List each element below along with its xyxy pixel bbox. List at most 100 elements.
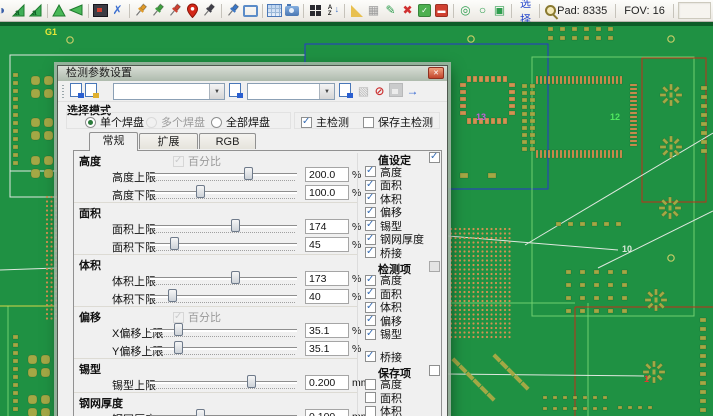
history-icon[interactable]: ◑	[0, 3, 9, 18]
target-circle-icon[interactable]: ○	[475, 3, 490, 18]
param-slider[interactable]	[150, 323, 297, 339]
chevron-down-icon[interactable]: ▼	[319, 84, 334, 99]
toolbar-grip[interactable]	[62, 83, 64, 98]
pin-red-icon[interactable]	[168, 3, 183, 18]
param-value-input[interactable]: 45	[305, 237, 349, 252]
horn-icon[interactable]	[69, 3, 84, 18]
check-group-master-checkbox[interactable]	[429, 365, 440, 376]
slider-thumb[interactable]	[174, 323, 183, 336]
target-square-icon[interactable]: ▣	[492, 3, 507, 18]
template-combo-1[interactable]: ▼	[113, 83, 225, 100]
apply-icon[interactable]: ✓	[417, 3, 432, 18]
camera-icon[interactable]	[284, 3, 299, 18]
checkbox-icon[interactable]	[365, 166, 376, 177]
exit-icon[interactable]: →	[405, 83, 420, 98]
mode-checkbox-2[interactable]: 保存主检测	[363, 114, 433, 130]
pin-orange-icon[interactable]	[134, 3, 149, 18]
dialog-titlebar[interactable]: 检测参数设置 ✕	[58, 66, 447, 82]
slider-thumb[interactable]	[174, 341, 183, 354]
checkbox-icon[interactable]	[365, 302, 376, 313]
checkbox-icon[interactable]	[365, 315, 376, 326]
radio-icon[interactable]	[211, 117, 222, 128]
param-value-input[interactable]: 0.100	[305, 409, 349, 416]
target-ring-icon[interactable]: ◎	[458, 3, 473, 18]
tab-general[interactable]: 常规	[89, 132, 138, 151]
snapshot-icon[interactable]	[93, 3, 108, 18]
slider-thumb[interactable]	[196, 185, 205, 198]
slider-thumb[interactable]	[231, 219, 240, 232]
delete-icon[interactable]: ✖	[400, 3, 415, 18]
mode-radio-2[interactable]: 多个焊盘	[146, 114, 205, 130]
slider-thumb[interactable]	[196, 409, 205, 416]
param-slider[interactable]	[150, 237, 297, 253]
check-item[interactable]: 桥接	[362, 246, 441, 260]
checkbox-icon[interactable]	[365, 351, 376, 362]
selection-rect-icon[interactable]	[243, 3, 258, 18]
checkbox-icon[interactable]	[365, 406, 376, 416]
grid-icon[interactable]: ▦	[366, 3, 381, 18]
slider-thumb[interactable]	[247, 375, 256, 388]
param-slider[interactable]	[150, 289, 297, 305]
block-icon[interactable]: ⊘	[372, 83, 387, 98]
param-slider[interactable]	[150, 341, 297, 357]
checkbox-icon[interactable]	[365, 234, 376, 245]
param-slider[interactable]	[150, 409, 297, 416]
slider-thumb[interactable]	[231, 271, 240, 284]
param-value-input[interactable]: 35.1	[305, 341, 349, 356]
ruler-icon[interactable]	[349, 3, 364, 18]
check-item[interactable]: 体积	[362, 405, 441, 416]
zoom-icon[interactable]	[544, 4, 551, 18]
checkbox-icon[interactable]	[365, 379, 376, 390]
checkbox-icon[interactable]	[363, 117, 374, 128]
measure-b-icon[interactable]: a	[28, 3, 43, 18]
checkbox-icon[interactable]	[365, 288, 376, 299]
check-item[interactable]: 桥接	[362, 350, 441, 364]
pcb-viewport[interactable]: G11312101 检测参数设置 ✕ ▼ ▼	[0, 22, 713, 416]
checkbox-icon[interactable]	[301, 117, 312, 128]
param-value-input[interactable]: 40	[305, 289, 349, 304]
checkbox-icon[interactable]	[365, 329, 376, 340]
param-slider[interactable]	[150, 375, 297, 391]
checkbox-icon[interactable]	[365, 207, 376, 218]
param-value-input[interactable]: 174	[305, 219, 349, 234]
param-slider[interactable]	[150, 167, 297, 183]
template-combo-2[interactable]: ▼	[247, 83, 335, 100]
stop-icon[interactable]: ▬	[434, 3, 449, 18]
checkbox-icon[interactable]	[365, 275, 376, 286]
slider-thumb[interactable]	[168, 289, 177, 302]
mode-radio-1[interactable]: 单个焊盘	[85, 114, 144, 130]
checkbox-icon[interactable]	[365, 193, 376, 204]
location-pin-icon[interactable]	[185, 3, 200, 18]
radio-icon[interactable]	[85, 117, 96, 128]
load-template-icon[interactable]	[70, 83, 82, 97]
sort-az-icon[interactable]: AZ	[325, 3, 340, 18]
mode-checkbox-1[interactable]: 主检测	[301, 114, 349, 130]
checkbox-icon[interactable]	[365, 180, 376, 191]
checkbox-icon[interactable]	[365, 392, 376, 403]
slider-thumb[interactable]	[244, 167, 253, 180]
slider-thumb[interactable]	[170, 237, 179, 250]
apply-template-icon-2[interactable]	[339, 83, 351, 97]
tools-icon[interactable]: ✗	[110, 3, 125, 18]
param-value-input[interactable]: 35.1	[305, 323, 349, 338]
param-value-input[interactable]: 200.0	[305, 167, 349, 182]
param-slider[interactable]	[150, 219, 297, 235]
dialog-close-button[interactable]: ✕	[428, 67, 444, 79]
pin-blue-icon[interactable]	[226, 3, 241, 18]
tiles-icon[interactable]	[308, 3, 323, 18]
checkbox-icon[interactable]	[365, 247, 376, 258]
import-template-icon[interactable]	[85, 83, 97, 97]
check-group-master-checkbox[interactable]	[429, 152, 440, 163]
mode-radio-3[interactable]: 全部焊盘	[211, 114, 270, 130]
param-value-input[interactable]: 100.0	[305, 185, 349, 200]
tab-rgb[interactable]: RGB	[199, 133, 256, 149]
radio-icon[interactable]	[146, 117, 157, 128]
table-icon[interactable]	[267, 3, 282, 18]
pin-dark-icon[interactable]	[202, 3, 217, 18]
check-group-master-checkbox[interactable]	[429, 261, 440, 272]
pin-green-icon[interactable]	[151, 3, 166, 18]
prism-icon[interactable]	[52, 3, 67, 18]
tab-extended[interactable]: 扩展	[139, 133, 198, 149]
checkbox-icon[interactable]	[365, 220, 376, 231]
apply-template-icon-1[interactable]	[229, 83, 241, 97]
